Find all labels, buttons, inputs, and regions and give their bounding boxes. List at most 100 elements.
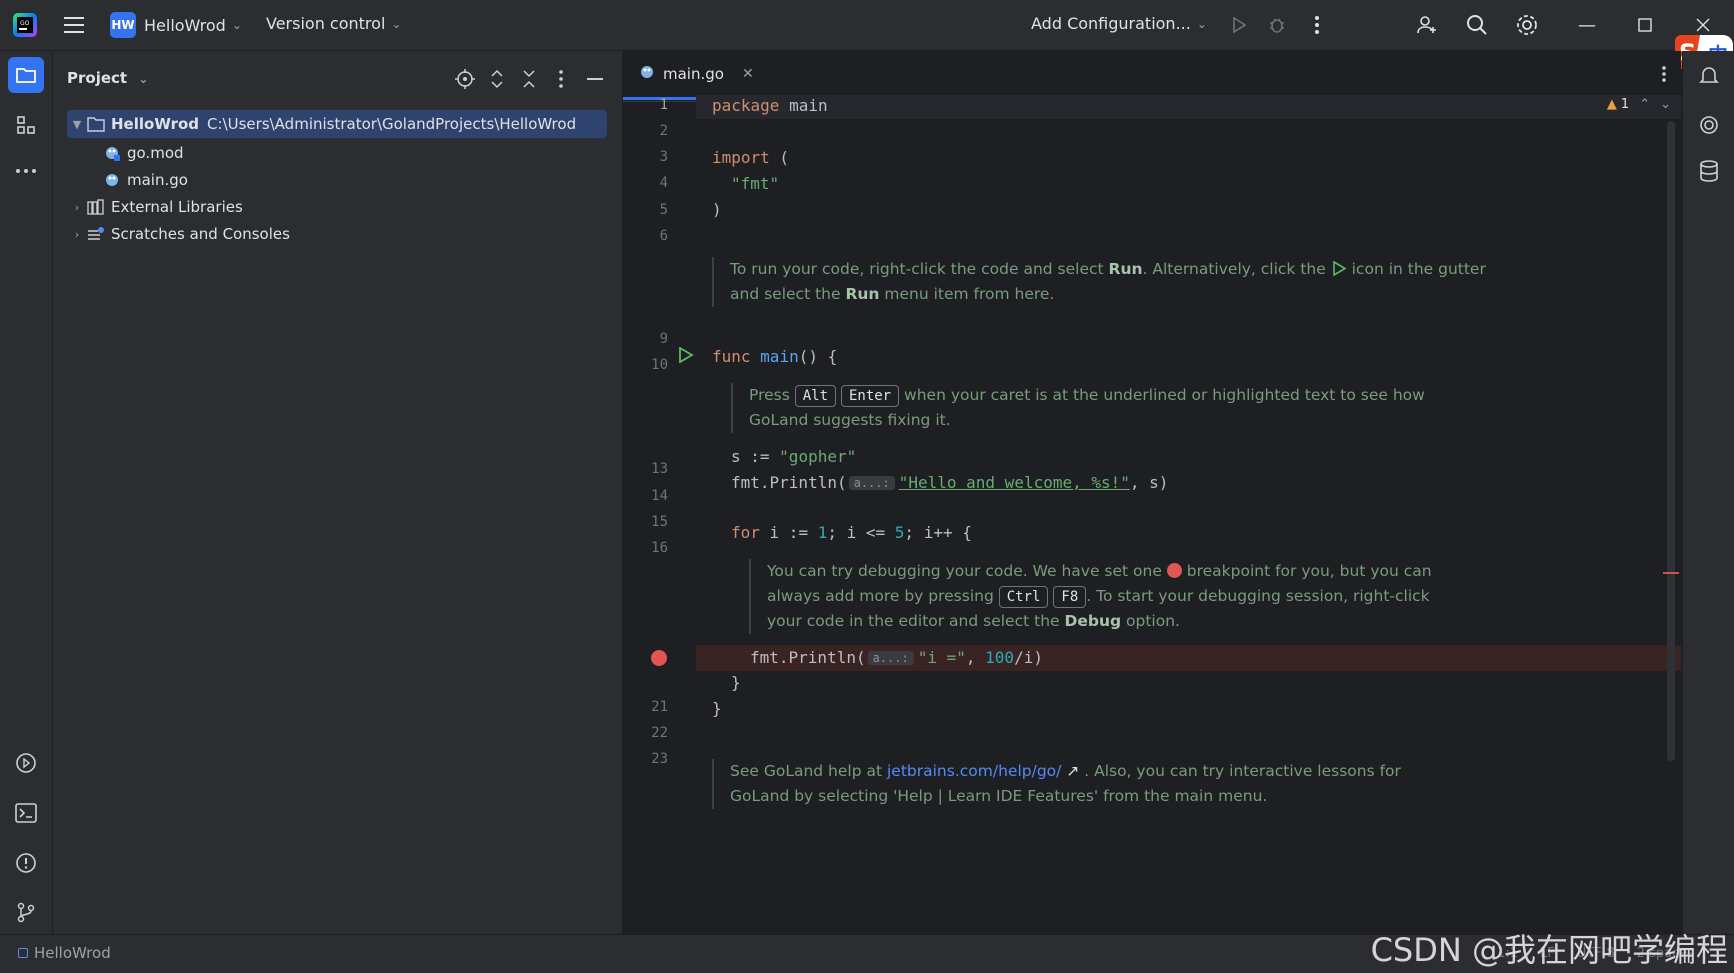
code-text: s := xyxy=(731,447,780,466)
line-number[interactable]: 9 xyxy=(623,331,668,347)
line-number[interactable]: 14 xyxy=(623,488,668,504)
line-number[interactable]: 1 xyxy=(623,97,668,113)
line-number[interactable]: 21 xyxy=(623,699,668,715)
code-line-5[interactable]: ) xyxy=(712,200,722,219)
close-tab-icon[interactable]: ✕ xyxy=(742,66,754,82)
terminal-icon[interactable] xyxy=(8,795,44,831)
code-with-me-icon[interactable] xyxy=(1414,12,1440,38)
settings-gear-icon[interactable] xyxy=(1514,12,1540,38)
line-number[interactable]: 13 xyxy=(623,461,668,477)
breakpoint-inline-icon xyxy=(1166,563,1182,578)
maximize-button[interactable] xyxy=(1630,10,1660,40)
breakpoint-icon[interactable] xyxy=(651,650,667,666)
title-bar: GO HW HelloWrod ⌄ Version control ⌄ Add … xyxy=(0,0,1734,51)
go-file-icon xyxy=(103,171,121,189)
inspection-widget[interactable]: ▲ 1 ⌃ ⌄ xyxy=(1607,97,1671,112)
tree-item-external-libraries[interactable]: › External Libraries xyxy=(67,193,243,221)
vertical-scrollbar[interactable] xyxy=(1667,121,1675,761)
options-icon[interactable] xyxy=(549,67,573,91)
search-icon[interactable] xyxy=(1464,12,1490,38)
line-number[interactable]: 3 xyxy=(623,149,668,165)
doc-text: To run your code, right-click the code a… xyxy=(730,260,1109,278)
project-switcher[interactable]: HW HelloWrod ⌄ xyxy=(110,12,242,38)
collapse-all-icon[interactable] xyxy=(517,67,541,91)
add-configuration-button[interactable]: Add Configuration... ⌄ xyxy=(1031,14,1207,33)
line-number[interactable]: 5 xyxy=(623,202,668,218)
code-text: fmt.Println( xyxy=(750,648,866,667)
database-icon[interactable] xyxy=(1695,157,1723,185)
doc-bold: Run xyxy=(845,285,880,303)
doc-text: You can try debugging your code. We have… xyxy=(767,562,1167,580)
hide-panel-icon[interactable] xyxy=(583,67,607,91)
minimize-button[interactable]: — xyxy=(1572,10,1602,40)
code-line-22[interactable]: } xyxy=(712,699,722,718)
error-stripe-mark[interactable] xyxy=(1663,572,1679,574)
code-line-20[interactable]: fmt.Println(a...: "i =", 100/i) xyxy=(750,648,1043,667)
chevron-down-icon: ⌄ xyxy=(1196,16,1207,31)
tree-item-go-mod[interactable]: go.mod xyxy=(103,139,184,167)
project-name: HelloWrod xyxy=(144,15,226,35)
goland-logo-icon[interactable]: GO xyxy=(12,12,38,38)
line-number[interactable]: 10 xyxy=(623,357,668,373)
expand-all-icon[interactable] xyxy=(485,67,509,91)
run-gutter-icon[interactable] xyxy=(678,346,694,367)
code-line-21[interactable]: } xyxy=(731,673,741,692)
git-branch-icon[interactable] xyxy=(8,894,44,930)
project-view-selector[interactable]: Project ⌄ xyxy=(67,69,148,87)
chevron-down-icon: ⌄ xyxy=(391,16,402,31)
tree-item-project-root[interactable]: ▼ HelloWrod C:\Users\Administrator\Golan… xyxy=(67,110,607,138)
go-mod-file-icon xyxy=(103,144,121,162)
version-control-menu[interactable]: Version control ⌄ xyxy=(266,14,401,33)
doc-text: menu item from here. xyxy=(879,285,1055,303)
main-menu-icon[interactable] xyxy=(64,15,86,35)
problems-icon[interactable] xyxy=(8,845,44,881)
chevron-right-icon[interactable]: › xyxy=(67,228,87,241)
tab-options-icon[interactable] xyxy=(1661,65,1667,87)
code-line-10[interactable]: func main() { xyxy=(712,347,837,366)
code-line-13[interactable]: s := "gopher" xyxy=(731,447,856,466)
chevron-down-icon[interactable]: ▼ xyxy=(67,118,87,131)
chevron-down-icon: ⌄ xyxy=(138,72,149,86)
more-tool-windows-icon[interactable] xyxy=(8,153,44,189)
code-line-1[interactable]: package main xyxy=(712,96,828,115)
code-line-16[interactable]: for i := 1; i <= 5; i++ { xyxy=(731,523,972,542)
tree-item-label: main.go xyxy=(127,171,188,189)
line-number[interactable]: 22 xyxy=(623,725,668,741)
keyword: func xyxy=(712,347,751,366)
code-line-14[interactable]: fmt.Println(a...: "Hello and welcome, %s!… xyxy=(731,473,1168,492)
line-number[interactable]: 16 xyxy=(623,540,668,556)
line-number[interactable]: 2 xyxy=(623,123,668,139)
ai-assistant-icon[interactable] xyxy=(1695,111,1723,139)
project-folder-icon[interactable] xyxy=(8,57,44,93)
debug-icon[interactable] xyxy=(1264,12,1290,38)
notifications-icon[interactable] xyxy=(1695,61,1723,89)
code-line-3[interactable]: import ( xyxy=(712,148,789,167)
locate-file-icon[interactable] xyxy=(453,67,477,91)
line-number[interactable]: 4 xyxy=(623,175,668,191)
breadcrumb[interactable]: HelloWrod xyxy=(18,944,111,962)
previous-highlight-icon[interactable]: ⌃ xyxy=(1639,97,1650,112)
tree-item-scratches[interactable]: › Scratches and Consoles xyxy=(67,220,290,248)
tree-item-main-go[interactable]: main.go xyxy=(103,166,188,194)
folder-icon xyxy=(87,115,105,133)
line-number[interactable]: 6 xyxy=(623,228,668,244)
editor-area: main.go ✕ ▲ 1 ⌃ ⌄ 1 2 3 4 5 6 9 10 13 14… xyxy=(623,51,1681,934)
chevron-right-icon[interactable]: › xyxy=(67,201,87,214)
project-tool-window: Project ⌄ ▼ HelloWrod C:\Users\Administr… xyxy=(53,51,623,934)
run-icon[interactable] xyxy=(1226,12,1252,38)
line-number[interactable]: 15 xyxy=(623,514,668,530)
more-actions-icon[interactable] xyxy=(1304,12,1330,38)
services-icon[interactable] xyxy=(8,745,44,781)
key-ctrl: Ctrl xyxy=(998,586,1049,608)
next-highlight-icon[interactable]: ⌄ xyxy=(1660,97,1671,112)
project-root-name: HelloWrod xyxy=(111,115,200,133)
add-configuration-label: Add Configuration... xyxy=(1031,14,1191,33)
project-panel-title: Project xyxy=(67,69,128,87)
code-line-4[interactable]: "fmt" xyxy=(731,174,779,193)
doc-text: Press xyxy=(749,386,795,404)
line-number[interactable]: 23 xyxy=(623,751,668,767)
tab-main-go[interactable]: main.go ✕ xyxy=(639,64,754,84)
structure-icon[interactable] xyxy=(8,107,44,143)
doc-bold: Run xyxy=(1108,260,1143,278)
help-link[interactable]: jetbrains.com/help/go/ xyxy=(887,762,1061,780)
